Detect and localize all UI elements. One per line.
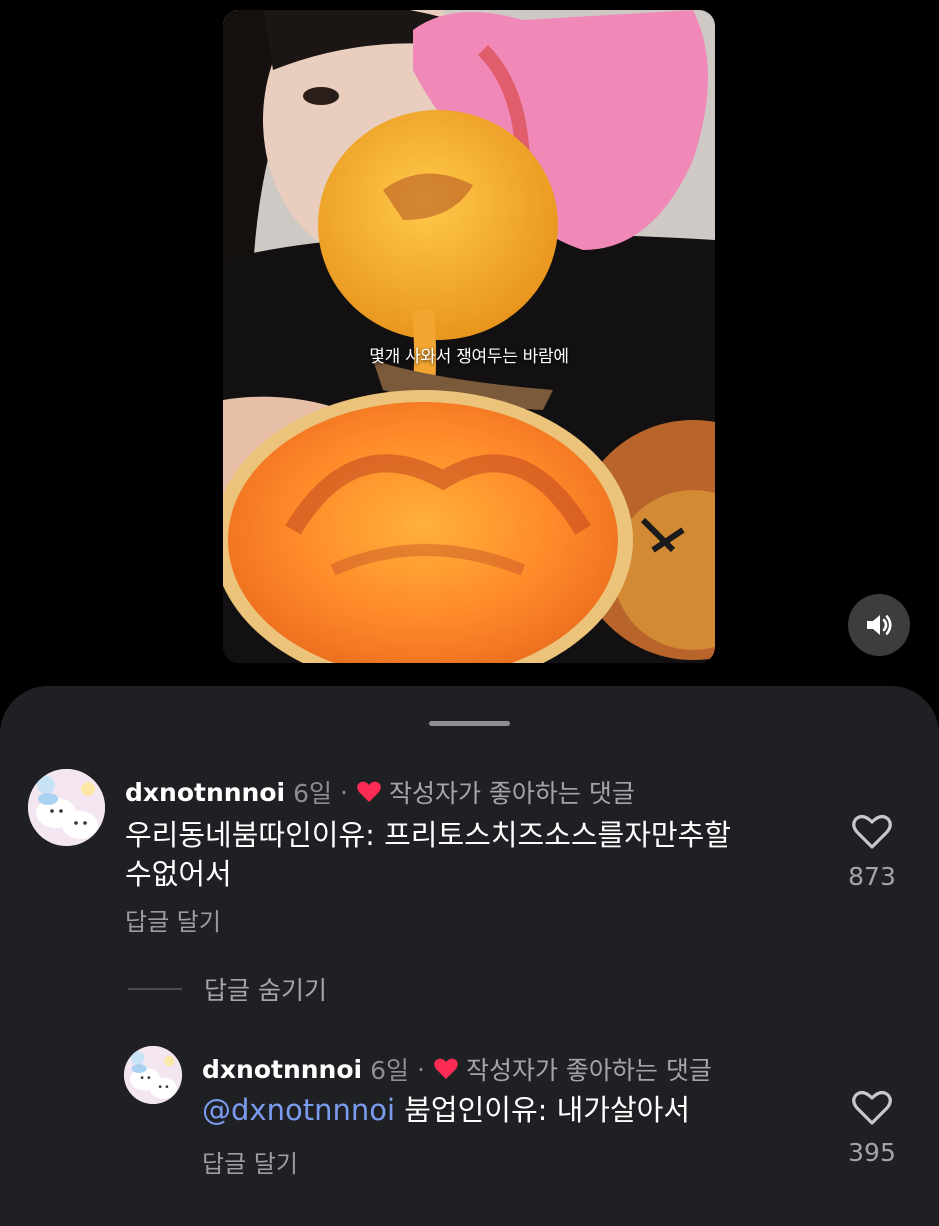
divider-line (128, 988, 182, 990)
comment-text-line: 우리동네붐따인이유: 프리토스치즈소스를자만추할 (125, 818, 731, 852)
video-caption: 몇개 사와서 쟁여두는 바람에 (369, 347, 569, 367)
like-count: 873 (848, 862, 896, 891)
comment-username[interactable]: dxnotnnnoi (125, 778, 285, 807)
creator-heart-icon (356, 780, 382, 804)
creator-liked-label: 작성자가 좋아하는 댓글 (465, 1056, 712, 1085)
comment-text: 우리동네붐따인이유: 프리토스치즈소스를자만추할 수없어서 (125, 816, 805, 894)
like-count: 395 (848, 1138, 896, 1167)
creator-heart-icon (433, 1057, 459, 1081)
meta-separator: · (340, 777, 348, 807)
reply-body: 붐업인이유: 내가살아서 (404, 1093, 691, 1127)
comment-sheet: dxnotnnnoi 6일 · 작성자가 좋아하는 댓글 우리동네붐따인이유: … (0, 686, 939, 1226)
like-button[interactable] (852, 1090, 892, 1126)
hide-replies-button[interactable]: 답글 숨기기 (128, 971, 327, 1007)
comment-text-line: 수없어서 (125, 857, 232, 891)
reply-button[interactable]: 답글 달기 (202, 1144, 298, 1179)
mention-link[interactable]: @dxnotnnnoi (202, 1093, 395, 1127)
sheet-drag-handle[interactable] (429, 721, 510, 726)
comment-time: 6일 (293, 779, 332, 808)
seal-avatar-image (124, 1046, 182, 1104)
mute-toggle-button[interactable] (848, 594, 910, 656)
comment-like: 873 (832, 814, 912, 891)
video-frame (223, 10, 715, 663)
avatar[interactable] (28, 769, 105, 846)
heart-outline-icon (852, 1091, 892, 1125)
reply-meta: dxnotnnnoi 6일 · 작성자가 좋아하는 댓글 (202, 1051, 712, 1087)
like-button[interactable] (852, 814, 892, 850)
avatar[interactable] (124, 1046, 182, 1104)
meta-separator: · (417, 1054, 425, 1084)
video-player[interactable]: 몇개 사와서 쟁여두는 바람에 (223, 10, 715, 663)
hide-replies-label: 답글 숨기기 (204, 976, 327, 1005)
creator-liked-label: 작성자가 좋아하는 댓글 (388, 779, 635, 808)
reply-username[interactable]: dxnotnnnoi (202, 1055, 362, 1084)
comment-meta: dxnotnnnoi 6일 · 작성자가 좋아하는 댓글 (125, 774, 635, 810)
heart-outline-icon (852, 815, 892, 849)
reply-button[interactable]: 답글 달기 (125, 902, 221, 937)
seal-avatar-image (28, 769, 105, 846)
reply-time: 6일 (370, 1056, 409, 1085)
reply-like: 395 (832, 1090, 912, 1167)
speaker-volume-icon (867, 615, 892, 635)
reply-text: @dxnotnnnoi 붐업인이유: 내가살아서 (202, 1091, 802, 1130)
